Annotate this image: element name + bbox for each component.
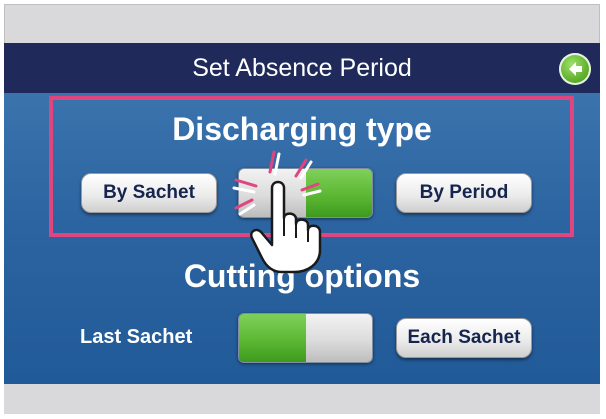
cutting-options-toggle[interactable] <box>238 313 373 363</box>
title-bar: Set Absence Period <box>4 43 600 93</box>
toggle-left-segment <box>239 314 306 362</box>
page-title: Set Absence Period <box>192 54 412 82</box>
bottom-bar <box>4 384 600 414</box>
toggle-right-segment <box>305 314 372 362</box>
back-arrow-icon <box>569 62 582 76</box>
last-sachet-label: Last Sachet <box>80 326 193 348</box>
by-sachet-button[interactable]: By Sachet <box>81 173 217 213</box>
discharging-type-title: Discharging type <box>172 111 432 147</box>
back-button[interactable] <box>559 53 591 85</box>
tap-gesture-hand-icon <box>232 150 322 274</box>
each-sachet-button[interactable]: Each Sachet <box>396 318 532 358</box>
by-period-button[interactable]: By Period <box>396 173 532 213</box>
